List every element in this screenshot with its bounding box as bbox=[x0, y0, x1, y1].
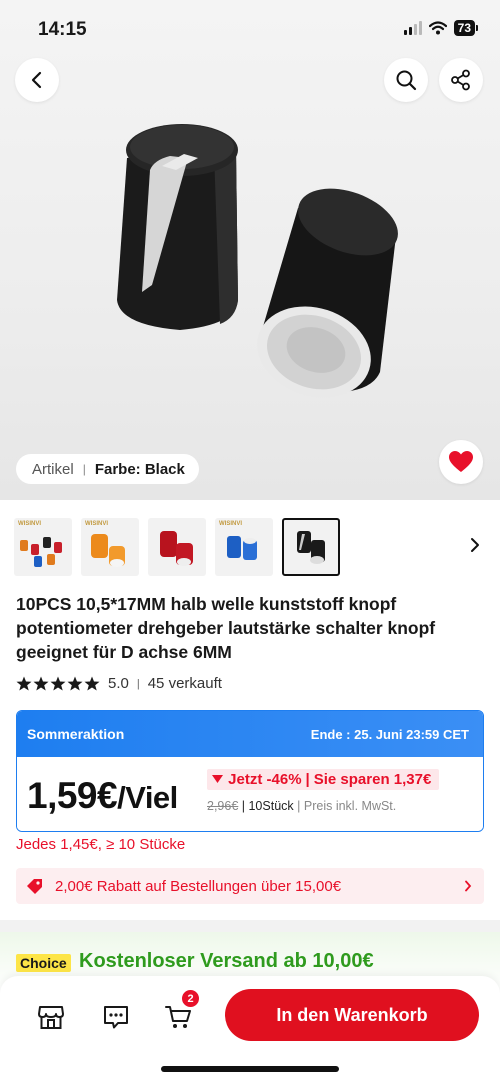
search-button[interactable] bbox=[384, 58, 428, 102]
price: 1,59€/Viel bbox=[27, 775, 178, 817]
arrow-down-icon bbox=[212, 775, 223, 783]
shipping-text: Kostenloser Versand ab 10,00€ bbox=[79, 950, 374, 972]
bottom-bar: 2 In den Warenkorb bbox=[0, 976, 500, 1083]
back-button[interactable] bbox=[15, 58, 59, 102]
thumbnail-image bbox=[297, 531, 325, 564]
thumbnail-brand: WISINVI bbox=[219, 521, 243, 527]
color-label: Farbe: Black bbox=[94, 460, 185, 478]
share-icon bbox=[451, 69, 470, 91]
variant-pill[interactable]: Artikel | Farbe: Black bbox=[16, 454, 199, 484]
promo-end: Ende : 25. Juni 23:59 CET bbox=[310, 726, 469, 742]
old-price: 2,96€ bbox=[207, 799, 239, 813]
rating-value: 5.0 bbox=[108, 675, 129, 692]
tax-note: Preis inkl. MwSt. bbox=[303, 799, 397, 813]
battery-level: 73 bbox=[453, 20, 475, 36]
star-icon bbox=[16, 676, 32, 691]
thumbnail-blue[interactable]: WISINVI bbox=[215, 518, 273, 576]
choice-badge: Choice bbox=[16, 954, 71, 972]
article-label: Artikel bbox=[32, 460, 74, 478]
promo-card: Sommeraktion Ende : 25. Juni 23:59 CET 1… bbox=[16, 710, 484, 832]
add-to-cart-button[interactable]: In den Warenkorb bbox=[225, 989, 479, 1041]
wishlist-button[interactable] bbox=[439, 440, 483, 484]
rating-separator: | bbox=[136, 677, 140, 690]
coupon-text: 2,00€ Rabatt auf Bestellungen über 15,00… bbox=[55, 877, 342, 895]
price-unit: /Viel bbox=[117, 780, 178, 815]
thumbnail-image bbox=[160, 531, 193, 566]
thumbnail-brand: WISINVI bbox=[18, 521, 42, 527]
discount-separator: | bbox=[305, 771, 310, 788]
search-icon bbox=[396, 70, 417, 91]
star-icon bbox=[67, 676, 83, 691]
sold-count: 45 verkauft bbox=[147, 675, 222, 692]
thumbnail-red[interactable] bbox=[148, 518, 206, 576]
promo-body: 1,59€/Viel Jetzt -46% | Sie sparen 1,37€ 2… bbox=[17, 757, 483, 831]
thumbnails-next-button[interactable] bbox=[470, 537, 480, 558]
promo-name: Sommeraktion bbox=[27, 726, 125, 742]
share-button[interactable] bbox=[439, 58, 483, 102]
store-button[interactable] bbox=[36, 1002, 66, 1032]
product-title: 10PCS 10,5*17MM halb welle kunststoff kn… bbox=[16, 594, 436, 662]
cart-count-badge: 2 bbox=[181, 989, 200, 1008]
thumbnail-black[interactable] bbox=[282, 518, 340, 576]
section-divider bbox=[0, 920, 500, 932]
savings: Sie sparen 1,37€ bbox=[313, 771, 432, 788]
discount-badge: Jetzt -46% | Sie sparen 1,37€ bbox=[207, 769, 440, 790]
chevron-right-icon bbox=[465, 880, 472, 892]
thumbnail-strip: WISINVI WISINVI WISINVI bbox=[14, 518, 500, 578]
star-icon bbox=[50, 676, 66, 691]
star-icon bbox=[84, 676, 100, 691]
chevron-right-icon bbox=[471, 538, 479, 552]
price-meta: 2,96€ | 10Stück | Preis inkl. MwSt. bbox=[207, 799, 397, 813]
chat-icon bbox=[104, 1006, 128, 1029]
coupon-row[interactable]: 2,00€ Rabatt auf Bestellungen über 15,00… bbox=[16, 868, 484, 904]
thumbnail-orange[interactable]: WISINVI bbox=[81, 518, 139, 576]
tag-icon bbox=[27, 878, 42, 894]
status-icons: 73 bbox=[403, 20, 478, 36]
discount-percent: Jetzt -46% bbox=[228, 771, 302, 788]
chat-button[interactable] bbox=[101, 1002, 131, 1032]
thumbnail-multi[interactable]: WISINVI bbox=[14, 518, 72, 576]
status-time: 14:15 bbox=[38, 19, 87, 40]
price-value: 1,59€ bbox=[27, 775, 118, 816]
heart-icon bbox=[449, 451, 473, 472]
battery-icon: 73 bbox=[453, 20, 478, 36]
pack-size: 10Stück bbox=[248, 799, 294, 813]
promo-header: Sommeraktion Ende : 25. Juni 23:59 CET bbox=[17, 711, 483, 757]
thumbnail-brand: WISINVI bbox=[85, 521, 109, 527]
pill-separator: | bbox=[82, 462, 86, 476]
star-icon bbox=[33, 676, 49, 691]
rating-stars bbox=[16, 676, 100, 691]
bulk-price: Jedes 1,45€, ≥ 10 Stücke bbox=[16, 836, 186, 853]
chevron-left-icon bbox=[31, 71, 42, 89]
rating-row[interactable]: 5.0 | 45 verkauft bbox=[16, 675, 222, 692]
product-image[interactable]: Artikel | Farbe: Black bbox=[0, 0, 500, 500]
store-icon bbox=[38, 1006, 64, 1029]
home-indicator bbox=[161, 1066, 339, 1072]
signal-icon bbox=[403, 21, 422, 35]
status-bar: 14:15 73 bbox=[0, 0, 500, 56]
wifi-icon bbox=[428, 21, 447, 35]
